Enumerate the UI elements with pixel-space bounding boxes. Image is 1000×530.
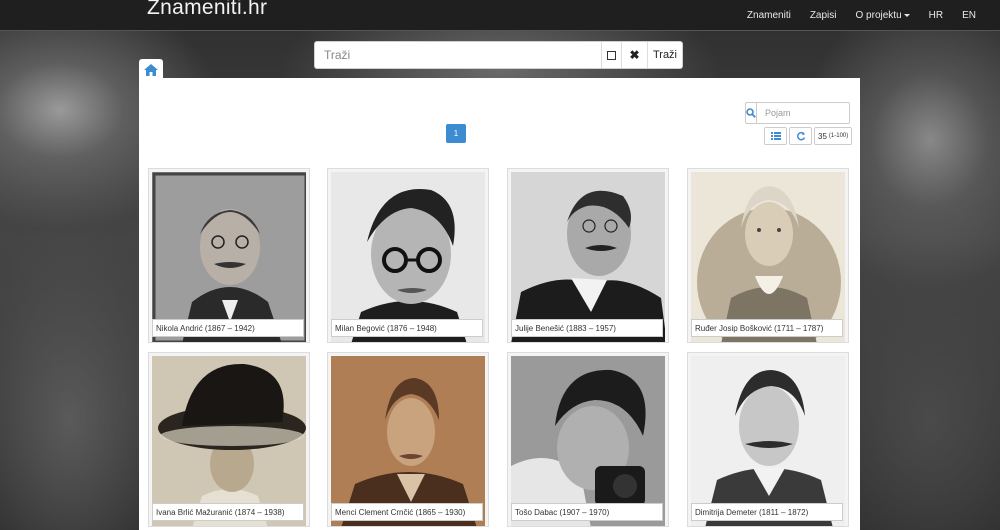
person-caption: Julije Benešić (1883 – 1957) xyxy=(511,319,663,337)
result-count: 35 (1-100) xyxy=(814,127,853,145)
filter-box xyxy=(745,102,882,124)
nav-znameniti[interactable]: Znameniti xyxy=(747,10,791,21)
view-tools: 35 (1-100) xyxy=(764,127,853,145)
search-input[interactable] xyxy=(315,42,601,68)
refresh-button[interactable] xyxy=(789,127,812,145)
search-icon xyxy=(746,108,756,118)
refresh-icon xyxy=(796,131,805,141)
navbar: Znameniti.hr Znameniti Zapisi O projektu… xyxy=(0,0,1000,31)
person-card[interactable]: Nikola Andrić (1867 – 1942) xyxy=(148,168,310,343)
filter-search-button[interactable] xyxy=(746,103,757,123)
list-icon xyxy=(770,132,781,140)
portrait-photo xyxy=(331,172,485,342)
person-card[interactable]: Ruđer Josip Bošković (1711 – 1787) xyxy=(687,168,849,343)
person-caption: Dimitrija Demeter (1811 – 1872) xyxy=(691,503,843,521)
caret-down-icon xyxy=(903,14,910,17)
checkbox-icon xyxy=(607,50,616,60)
nav-links: Znameniti Zapisi O projektu HR EN xyxy=(728,0,976,31)
person-caption: Ivana Brlić Mažuranić (1874 – 1938) xyxy=(152,503,304,521)
portrait-photo xyxy=(152,172,306,342)
person-caption: Milan Begović (1876 – 1948) xyxy=(331,319,483,337)
person-caption: Menci Clement Crnčić (1865 – 1930) xyxy=(331,503,483,521)
person-caption: Nikola Andrić (1867 – 1942) xyxy=(152,319,304,337)
nav-zapisi[interactable]: Zapisi xyxy=(810,10,837,21)
brand-logo[interactable]: Znameniti.hr xyxy=(147,0,267,20)
result-count-number: 35 xyxy=(818,131,827,141)
person-card[interactable]: Julije Benešić (1883 – 1957) xyxy=(507,168,669,343)
portrait-photo xyxy=(691,356,845,526)
page-button-1[interactable]: 1 xyxy=(446,124,466,143)
home-tab[interactable] xyxy=(139,59,163,80)
search-option-checkbox[interactable] xyxy=(601,42,621,68)
nav-o-projektu[interactable]: O projektu xyxy=(856,10,910,21)
person-card[interactable]: Menci Clement Crnčić (1865 – 1930) xyxy=(327,352,489,527)
portrait-photo xyxy=(331,356,485,526)
portrait-photo xyxy=(511,172,665,342)
portrait-photo xyxy=(511,356,665,526)
person-caption: Ruđer Josip Bošković (1711 – 1787) xyxy=(691,319,843,337)
person-card[interactable]: Dimitrija Demeter (1811 – 1872) xyxy=(687,352,849,527)
nav-lang-hr[interactable]: HR xyxy=(929,10,943,21)
search-bar: ✖ Traži xyxy=(314,41,683,69)
list-view-button[interactable] xyxy=(764,127,787,145)
person-card[interactable]: Ivana Brlić Mažuranić (1874 – 1938) xyxy=(148,352,310,527)
portrait-photo xyxy=(691,172,845,342)
result-range: (1-100) xyxy=(828,133,849,139)
close-icon: ✖ xyxy=(629,48,640,62)
home-icon xyxy=(144,63,158,76)
portrait-photo xyxy=(152,356,306,526)
clear-search-button[interactable]: ✖ xyxy=(621,42,647,68)
person-caption: Tošo Dabac (1907 – 1970) xyxy=(511,503,663,521)
person-card[interactable]: Tošo Dabac (1907 – 1970) xyxy=(507,352,669,527)
filter-input[interactable] xyxy=(757,103,882,123)
nav-o-projektu-label: O projektu xyxy=(855,10,902,21)
person-card[interactable]: Milan Begović (1876 – 1948) xyxy=(327,168,489,343)
search-button[interactable]: Traži xyxy=(647,42,682,68)
nav-lang-en[interactable]: EN xyxy=(962,10,976,21)
